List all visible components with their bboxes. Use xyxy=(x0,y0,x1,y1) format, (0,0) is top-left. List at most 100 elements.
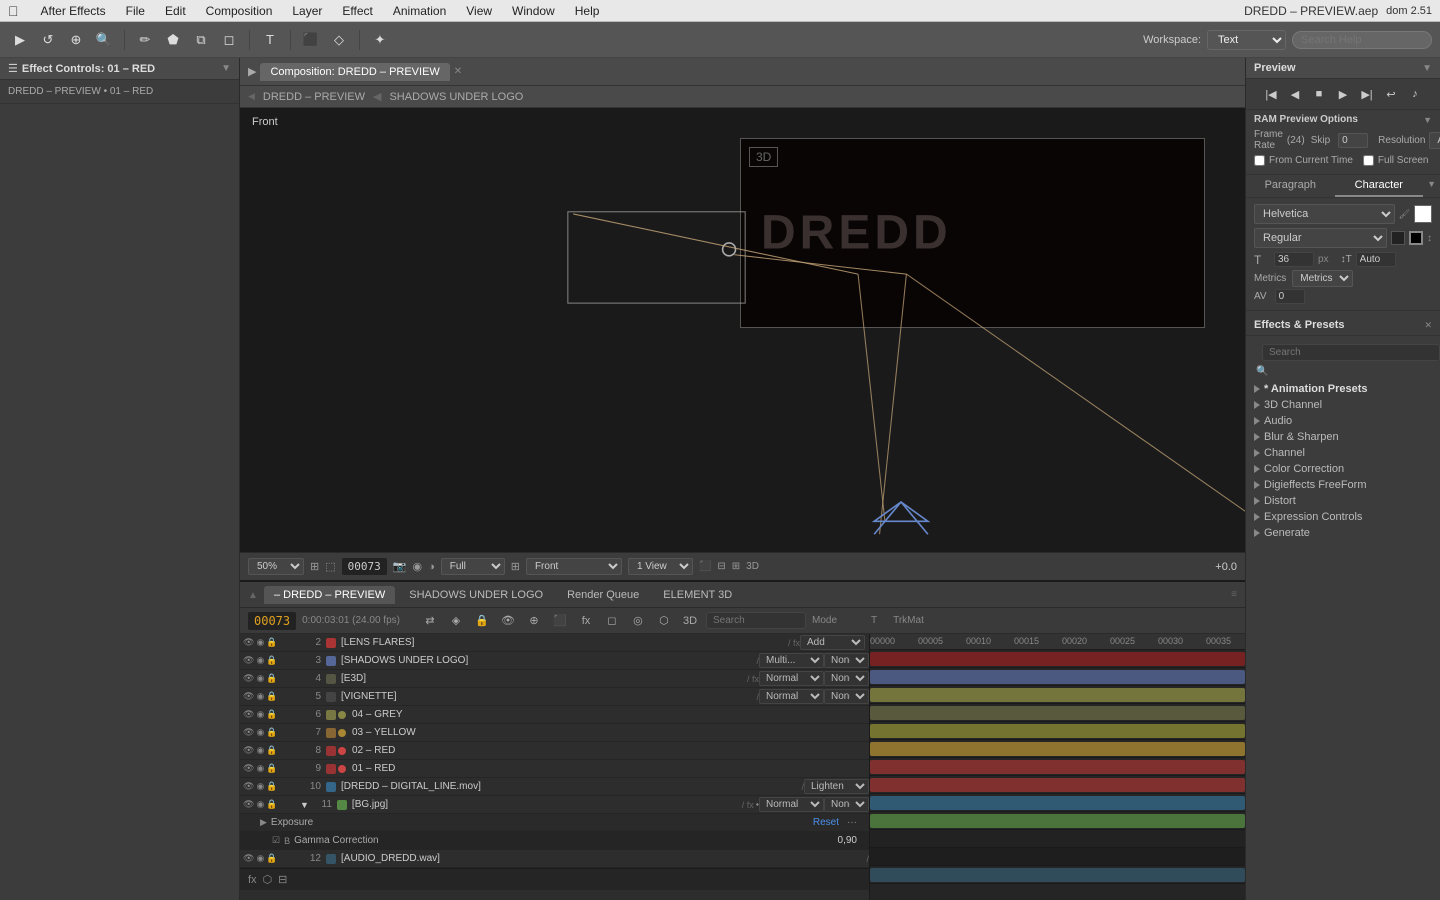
tl-btn-motion[interactable]: ◎ xyxy=(628,611,648,631)
solo-icon[interactable]: ◉ xyxy=(256,655,264,666)
vp-icon-layout1[interactable]: ⬛ xyxy=(699,561,711,572)
lock-icon[interactable]: 🔒 xyxy=(266,709,277,720)
vis-icon[interactable]: 👁 xyxy=(243,655,254,666)
view-count-select[interactable]: 1 View 2 Views 4 Views xyxy=(628,558,693,575)
layer-row[interactable]: 👁 ◉ 🔒 2 [LENS FLARES] / fx Add xyxy=(240,634,869,652)
effect-cat-audio[interactable]: Audio xyxy=(1246,413,1440,429)
audio-btn[interactable]: ♪ xyxy=(1405,85,1425,103)
layer-mode-5[interactable]: Normal xyxy=(759,689,824,704)
layer-trk-3[interactable]: None xyxy=(824,653,869,668)
font-size-input[interactable] xyxy=(1274,252,1314,267)
vis-icon[interactable]: 👁 xyxy=(243,853,254,864)
vis-icon[interactable]: 👁 xyxy=(243,763,254,774)
comp-nav-shadows[interactable]: SHADOWS UNDER LOGO xyxy=(385,89,527,105)
effect-cat-animation[interactable]: * Animation Presets xyxy=(1246,381,1440,397)
layer-trk-5[interactable]: None xyxy=(824,689,869,704)
tl-bottom-icon3[interactable]: ⊟ xyxy=(278,873,287,886)
loop-btn[interactable]: ↩ xyxy=(1381,85,1401,103)
vp-icon-color[interactable]: ◑ xyxy=(428,561,435,573)
layer-row-12[interactable]: 👁 ◉ 🔒 12 [AUDIO_DREDD.wav] / xyxy=(240,850,869,868)
tool-rotate[interactable]: ↺ xyxy=(36,28,60,52)
tl-btn-effect[interactable]: fx xyxy=(576,611,596,631)
layer-mode-10[interactable]: Lighten xyxy=(804,779,869,794)
timeline-options-icon[interactable]: ≡ xyxy=(1231,589,1237,600)
layer-row[interactable]: 👁 ◉ 🔒 10 [DREDD – DIGITAL_LINE.mov] / Li… xyxy=(240,778,869,796)
effects-search-input[interactable] xyxy=(1262,344,1440,361)
comp-tab-main[interactable]: Composition: DREDD – PREVIEW xyxy=(260,63,449,81)
layer-mode-2[interactable]: Add xyxy=(800,635,865,650)
para-char-options[interactable]: ▼ xyxy=(1423,175,1440,197)
vp-icon-grid[interactable]: ⊞ xyxy=(511,560,520,573)
solo-icon[interactable]: ◉ xyxy=(256,853,264,864)
vp-icon-cam[interactable]: 📷 xyxy=(393,560,407,573)
tool-eraser[interactable]: ◻ xyxy=(217,28,241,52)
tl-bottom-icon2[interactable]: ⬡ xyxy=(263,873,273,886)
solo-icon[interactable]: ◉ xyxy=(256,745,264,756)
tl-timecode-display[interactable]: 00073 xyxy=(248,612,296,630)
vp-icon-3d[interactable]: 3D xyxy=(746,561,759,572)
menu-layer[interactable]: Layer xyxy=(288,4,326,18)
from-current-checkbox[interactable] xyxy=(1254,155,1265,166)
vis-icon[interactable]: 👁 xyxy=(243,673,254,684)
tl-btn-solo[interactable]: ◈ xyxy=(446,611,466,631)
vis-icon[interactable]: 👁 xyxy=(243,781,254,792)
lock-icon[interactable]: 🔒 xyxy=(266,799,277,810)
full-screen-checkbox[interactable] xyxy=(1363,155,1374,166)
comp-tab-close[interactable]: ✕ xyxy=(454,66,462,77)
skip-value-input[interactable] xyxy=(1338,133,1368,148)
gamma-row[interactable]: ☑ B Gamma Correction 0,90 xyxy=(240,832,869,850)
menu-view[interactable]: View xyxy=(462,4,496,18)
comp-nav-preview[interactable]: DREDD – PREVIEW xyxy=(259,89,369,105)
solo-icon[interactable]: ◉ xyxy=(256,727,264,738)
effect-cat-blur[interactable]: Blur & Sharpen xyxy=(1246,429,1440,445)
search-help-input[interactable] xyxy=(1292,31,1432,49)
menu-edit[interactable]: Edit xyxy=(161,4,190,18)
layer-mode-3[interactable]: Multi... xyxy=(759,653,824,668)
lock-icon[interactable]: 🔒 xyxy=(266,691,277,702)
font-family-select[interactable]: Helvetica xyxy=(1254,204,1395,224)
effect-cat-channel[interactable]: Channel xyxy=(1246,445,1440,461)
workspace-dropdown[interactable]: Text Standard Minimal xyxy=(1207,30,1286,50)
effect-cat-expression[interactable]: Expression Controls xyxy=(1246,509,1440,525)
solo-icon[interactable]: ◉ xyxy=(256,799,264,810)
solo-icon[interactable]: ◉ xyxy=(256,709,264,720)
keyframe-area[interactable]: 00000 00005 00010 00015 00020 00025 0003… xyxy=(870,634,1245,900)
layer-expand-11[interactable]: ▼ xyxy=(300,800,309,810)
panel-options-icon[interactable]: ▼ xyxy=(221,63,231,74)
stroke-color-swatch[interactable] xyxy=(1409,231,1423,245)
layer-trk-11[interactable]: None xyxy=(824,797,869,812)
tl-btn-hide[interactable]: 👁 xyxy=(498,611,518,631)
effect-cat-digi[interactable]: Digieffects FreeForm xyxy=(1246,477,1440,493)
tl-bottom-icon1[interactable]: fx xyxy=(248,874,257,886)
tl-btn-quality[interactable]: ⬛ xyxy=(550,611,570,631)
prev-frame-first-btn[interactable]: |◀ xyxy=(1261,85,1281,103)
menu-window[interactable]: Window xyxy=(508,4,559,18)
layer-row[interactable]: 👁 ◉ 🔒 9 01 – RED xyxy=(240,760,869,778)
apple-menu[interactable]:  xyxy=(8,3,19,19)
tl-tab-element[interactable]: ELEMENT 3D xyxy=(653,586,742,604)
effects-options-icon[interactable]: ✕ xyxy=(1424,320,1432,331)
tl-btn-frame[interactable]: ◻ xyxy=(602,611,622,631)
tool-shape[interactable]: ⬛ xyxy=(299,28,323,52)
lock-icon[interactable]: 🔒 xyxy=(266,763,277,774)
viewport[interactable]: Front 3D DREDD xyxy=(240,108,1245,552)
next-frame-btn[interactable]: ▶| xyxy=(1357,85,1377,103)
vp-icon-fit[interactable]: ⊞ xyxy=(310,560,319,573)
tool-zoom[interactable]: 🔍 xyxy=(92,28,116,52)
layer-row[interactable]: 👁 ◉ 🔒 8 02 – RED xyxy=(240,742,869,760)
fill-color-swatch[interactable] xyxy=(1391,231,1405,245)
vis-icon[interactable]: 👁 xyxy=(243,637,254,648)
metrics-select[interactable]: Metrics xyxy=(1292,270,1353,287)
solo-icon[interactable]: ◉ xyxy=(256,691,264,702)
solo-icon[interactable]: ◉ xyxy=(256,781,264,792)
layer-row[interactable]: 👁 ◉ 🔒 4 [E3D] / fx Normal None xyxy=(240,670,869,688)
lock-icon[interactable]: 🔒 xyxy=(266,853,277,864)
layer-trk-4[interactable]: None xyxy=(824,671,869,686)
tl-tab-render[interactable]: Render Queue xyxy=(557,586,649,604)
vis-icon[interactable]: 👁 xyxy=(243,709,254,720)
menu-animation[interactable]: Animation xyxy=(389,4,450,18)
effect-cat-3d[interactable]: 3D Channel xyxy=(1246,397,1440,413)
lock-icon[interactable]: 🔒 xyxy=(266,781,277,792)
layer-row-11[interactable]: 👁 ◉ 🔒 ▼ 11 [BG.jpg] / fx ⬩ xyxy=(240,796,869,814)
layer-mode-11[interactable]: Normal xyxy=(759,797,824,812)
